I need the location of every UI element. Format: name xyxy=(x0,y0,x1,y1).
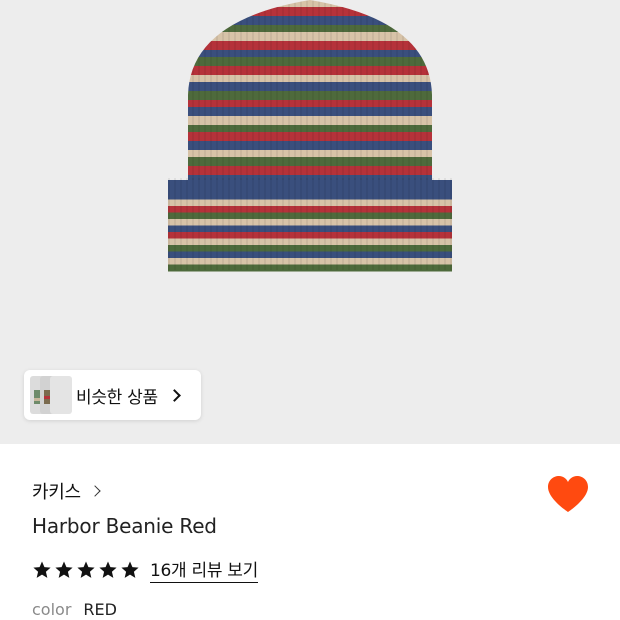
star-icon xyxy=(33,561,51,578)
product-name: Harbor Beanie Red xyxy=(32,514,217,538)
product-image[interactable] xyxy=(160,0,460,290)
color-row: color RED xyxy=(32,600,117,619)
rating-stars xyxy=(32,560,140,580)
chevron-right-icon xyxy=(89,485,101,497)
star-icon xyxy=(99,561,117,578)
star-icon xyxy=(55,561,73,578)
brand-link[interactable]: 카키스 xyxy=(32,478,101,504)
product-info: 카키스 Harbor Beanie Red 16개 리뷰 보기 color RE… xyxy=(0,444,620,620)
color-label: color xyxy=(32,600,72,619)
similar-products-label: 비슷한 상품 xyxy=(76,387,158,408)
color-value: RED xyxy=(83,600,117,619)
product-image-area[interactable]: 비슷한 상품 xyxy=(0,0,620,444)
brand-name: 카키스 xyxy=(32,482,81,503)
similar-products-button[interactable]: 비슷한 상품 xyxy=(24,370,201,420)
rating-row: 16개 리뷰 보기 xyxy=(32,556,258,583)
heart-icon[interactable] xyxy=(546,474,590,514)
star-icon xyxy=(77,561,95,578)
review-link[interactable]: 16개 리뷰 보기 xyxy=(150,556,258,583)
similar-thumbnails xyxy=(24,370,72,420)
similar-thumbnail xyxy=(50,376,72,414)
star-icon xyxy=(121,561,139,578)
chevron-right-icon xyxy=(167,388,181,402)
